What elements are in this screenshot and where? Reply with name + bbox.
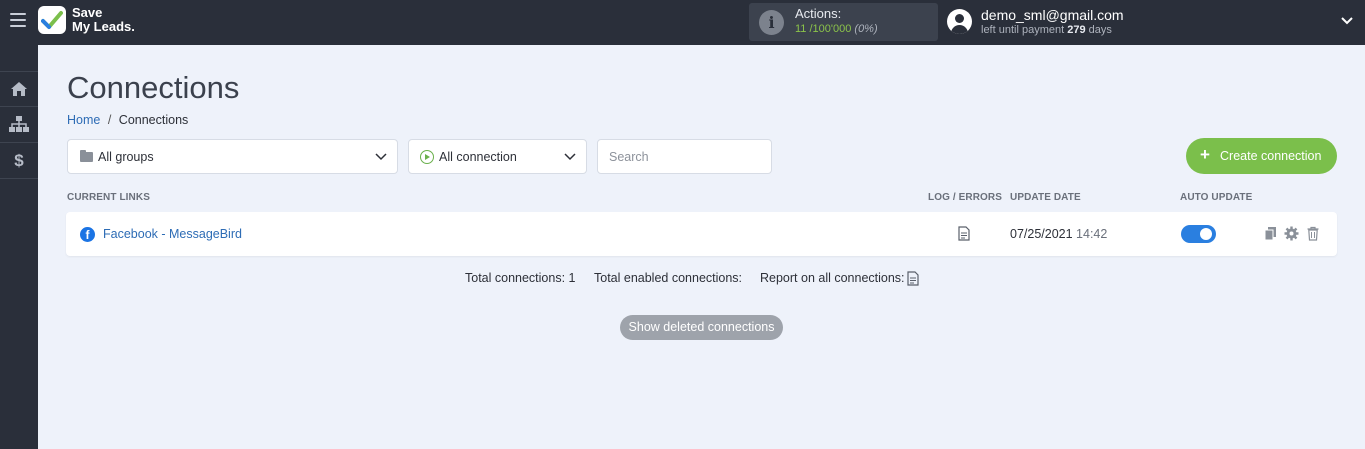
sidebar-item-structure[interactable]	[0, 107, 38, 143]
report-all-connections: Report on all connections:	[760, 271, 905, 285]
sidebar: $	[0, 45, 38, 449]
payment-days-count: 279	[1067, 24, 1086, 36]
sidebar-item-home[interactable]	[0, 71, 38, 107]
chevron-down-icon[interactable]	[1340, 14, 1354, 28]
toggle-knob	[1200, 228, 1212, 240]
plus-icon: +	[1200, 145, 1210, 164]
dollar-icon: $	[14, 150, 24, 170]
sitemap-icon	[9, 116, 29, 132]
create-connection-label: Create connection	[1220, 149, 1322, 163]
payment-days-suffix: days	[1088, 24, 1112, 36]
copy-icon[interactable]	[1264, 226, 1277, 241]
brand-line-2: My Leads.	[72, 19, 135, 34]
menu-icon[interactable]	[10, 13, 26, 27]
breadcrumb-separator: /	[107, 113, 112, 127]
auto-update-toggle[interactable]	[1181, 225, 1216, 243]
breadcrumb-home-link[interactable]: Home	[67, 113, 100, 127]
create-connection-button[interactable]: + Create connection	[1186, 138, 1337, 174]
brand-name[interactable]: Save My Leads.	[72, 6, 135, 34]
column-log-errors: LOG / ERRORS	[928, 192, 1002, 203]
breadcrumb: Home / Connections	[67, 113, 188, 127]
actions-value: 11 /100'000 (0%)	[795, 23, 878, 35]
sidebar-item-billing[interactable]: $	[0, 143, 38, 179]
top-bar: Save My Leads. i Actions: 11 /100'000 (0…	[0, 0, 1365, 45]
play-icon	[420, 150, 434, 164]
trash-icon[interactable]	[1307, 226, 1319, 241]
folder-icon	[80, 150, 93, 162]
page-title: Connections	[67, 70, 240, 105]
show-deleted-button[interactable]: Show deleted connections	[620, 315, 783, 340]
group-select-value: All groups	[98, 150, 154, 164]
breadcrumb-current: Connections	[118, 113, 189, 127]
chevron-down-icon	[564, 153, 576, 161]
payment-days-prefix: left until payment	[981, 24, 1065, 36]
actions-percent: (0%)	[854, 23, 878, 35]
update-date-time: 14:42	[1076, 227, 1108, 241]
total-connections: Total connections: 1	[465, 271, 576, 285]
connection-select-value: All connection	[439, 150, 517, 164]
logo-icon[interactable]	[38, 6, 66, 34]
facebook-icon: f	[80, 227, 95, 242]
gear-icon[interactable]	[1284, 226, 1299, 241]
chevron-down-icon	[375, 153, 387, 161]
log-document-icon[interactable]	[958, 226, 970, 241]
actions-used: 11 /100'000	[795, 23, 852, 35]
table-row: f Facebook - MessageBird 07/25/2021 14:4…	[66, 212, 1337, 256]
connection-select[interactable]: All connection	[408, 139, 587, 174]
connection-name-link[interactable]: Facebook - MessageBird	[103, 227, 242, 241]
column-auto-update: AUTO UPDATE	[1180, 192, 1253, 203]
actions-counter: i Actions: 11 /100'000 (0%)	[749, 3, 938, 41]
actions-label: Actions:	[795, 6, 842, 21]
column-update-date: UPDATE DATE	[1010, 192, 1081, 203]
user-avatar-icon[interactable]	[947, 9, 972, 34]
update-date-day: 07/25/2021	[1010, 227, 1073, 241]
payment-days: left until payment 279 days	[981, 24, 1112, 36]
total-enabled-connections: Total enabled connections:	[594, 271, 743, 285]
update-date: 07/25/2021 14:42	[1010, 227, 1107, 241]
brand-line-1: Save	[72, 5, 103, 20]
user-email[interactable]: demo_sml@gmail.com	[981, 7, 1124, 23]
home-icon	[11, 82, 27, 96]
group-select[interactable]: All groups	[67, 139, 398, 174]
column-current-links: CURRENT LINKS	[67, 192, 150, 203]
report-document-icon[interactable]	[907, 271, 919, 286]
search-input[interactable]	[597, 139, 772, 174]
info-icon: i	[759, 10, 784, 35]
